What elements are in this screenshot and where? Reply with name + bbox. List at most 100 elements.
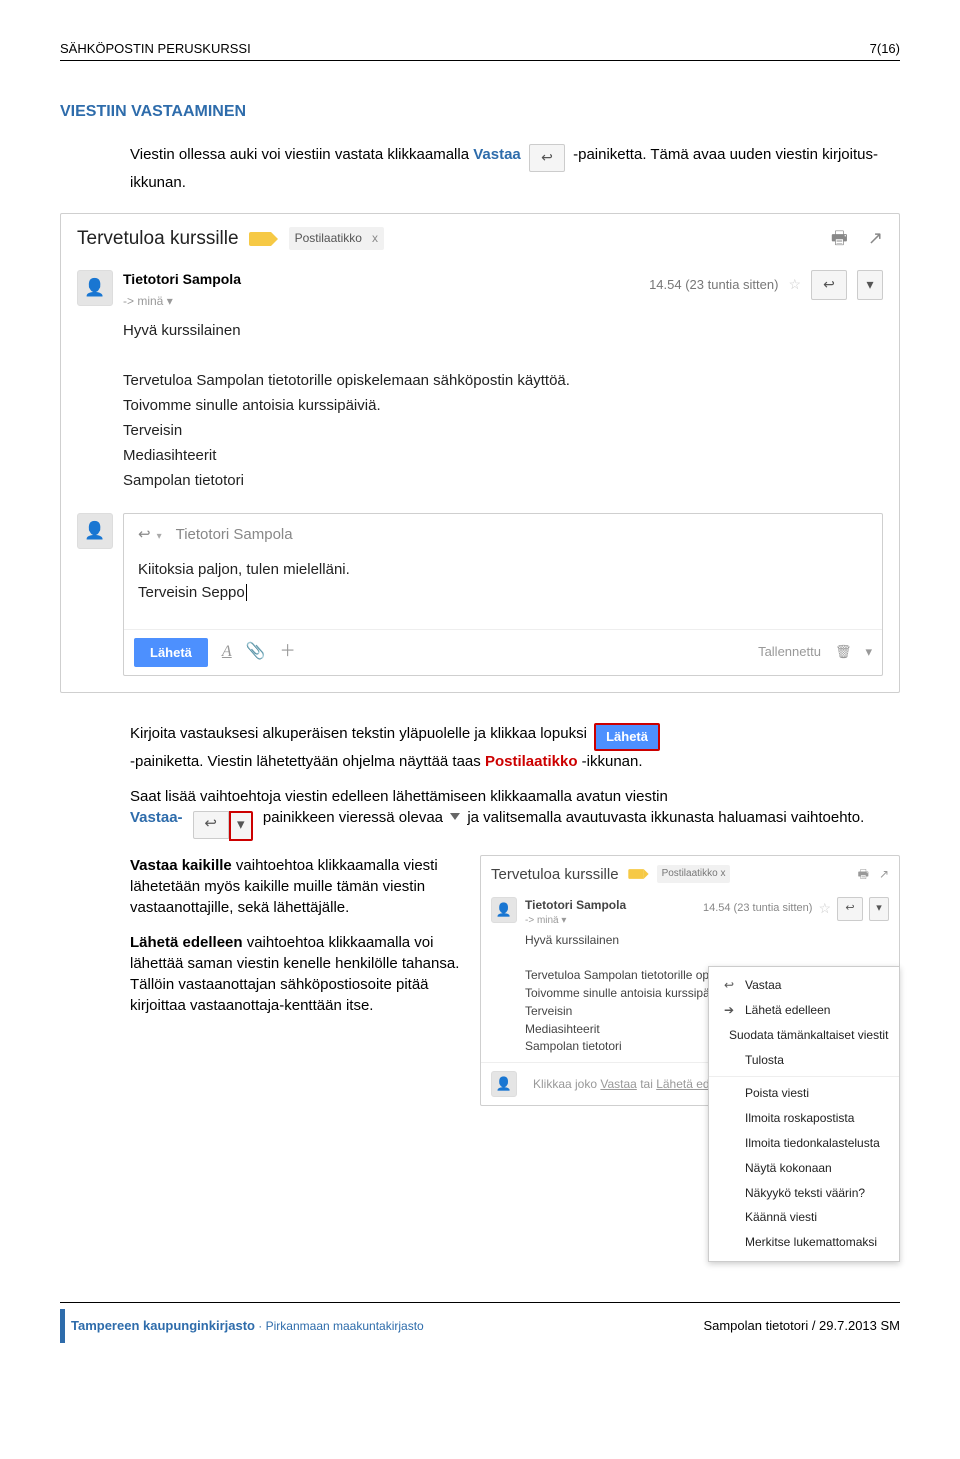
body-line: Hyvä kurssilainen xyxy=(123,320,883,341)
gc-header: Tervetuloa kurssille Postilaatikko x 🖶 ↗ xyxy=(61,214,899,265)
sc-avatar: 👤 xyxy=(491,1071,517,1097)
footer-right: Sampolan tietotori / 29.7.2013 SM xyxy=(703,1317,900,1335)
discard-icon[interactable]: 🗑 xyxy=(835,643,852,661)
category-chip[interactable]: Postilaatikko x xyxy=(289,227,384,250)
p2-text-a: Kirjoita vastauksesi alkuperäisen teksti… xyxy=(130,725,587,742)
menu-item-mark-unread[interactable]: Merkitse lukemattomaksi xyxy=(709,1230,899,1255)
p2-red: Postilaatikko xyxy=(485,753,578,770)
menu-item-delete[interactable]: Poista viesti xyxy=(709,1081,899,1106)
reply-button[interactable]: ↩ xyxy=(811,270,847,300)
more-dropdown-button[interactable]: ▾ xyxy=(857,270,883,300)
doc-header: SÄHKÖPOSTIN PERUSKURSSI 7(16) xyxy=(60,40,900,61)
doc-footer: Tampereen kaupunginkirjasto · Pirkanmaan… xyxy=(60,1302,900,1343)
send-button[interactable]: Lähetä xyxy=(134,638,208,667)
menu-item-garbled[interactable]: Näkyykö teksti väärin? xyxy=(709,1181,899,1206)
menu-item-print[interactable]: Tulosta xyxy=(709,1048,899,1073)
menu-item-report-spam[interactable]: Ilmoita roskapostista xyxy=(709,1106,899,1131)
avatar: 👤 xyxy=(77,270,113,306)
forward-icon: ➔ xyxy=(721,1002,737,1019)
reply-toolbar: Lähetä A 📎 ＋ Tallennettu 🗑 ▾ xyxy=(124,629,882,675)
chevron-down-icon: ▾ xyxy=(229,811,253,841)
format-icon[interactable]: A xyxy=(222,641,232,663)
sc-sender: Tietotori Sampola xyxy=(525,898,626,912)
print-icon[interactable]: 🖶 xyxy=(831,226,848,251)
body-line: Terveisin xyxy=(123,420,883,441)
more-dropdown-button[interactable]: ▾ xyxy=(869,897,889,921)
paragraph-5: Lähetä edelleen vaihtoehtoa klikkaamalla… xyxy=(130,932,460,1016)
menu-item-filter[interactable]: Suodata tämänkaltaiset viestit xyxy=(709,1023,899,1048)
sc-hint-b: tai xyxy=(640,1077,656,1091)
menu-separator xyxy=(709,1076,899,1077)
p3-text-b: painikkeen vieressä olevaa xyxy=(263,809,447,826)
p3-bold: Vastaa- xyxy=(130,809,183,826)
body-line: Mediasihteerit xyxy=(123,445,883,466)
sc-line: Hyvä kurssilainen xyxy=(525,932,889,949)
to-label: -> minä xyxy=(123,294,163,308)
menu-item-report-phishing[interactable]: Ilmoita tiedonkalastelusta xyxy=(709,1131,899,1156)
reply-mode-icon[interactable]: ↩▾ xyxy=(138,524,162,545)
menu-item-show-original[interactable]: Näytä kokonaan xyxy=(709,1156,899,1181)
star-icon[interactable]: ☆ xyxy=(788,275,801,295)
p1-bold: Vastaa xyxy=(473,146,521,163)
reply-split-button-inline: ↩ ▾ xyxy=(193,811,253,841)
star-icon[interactable]: ☆ xyxy=(818,899,831,919)
footer-logo: Tampereen kaupunginkirjasto · Pirkanmaan… xyxy=(60,1309,424,1343)
chip-label: Postilaatikko xyxy=(295,230,362,247)
paragraph-2: Kirjoita vastauksesi alkuperäisen teksti… xyxy=(130,723,900,772)
reply-avatar: 👤 xyxy=(77,513,113,549)
sc-avatar: 👤 xyxy=(491,897,517,923)
footer-line1: Tampereen kaupunginkirjasto xyxy=(71,1318,255,1333)
doc-header-left: SÄHKÖPOSTIN PERUSKURSSI xyxy=(60,40,251,58)
section-heading: VIESTIIN VASTAAMINEN xyxy=(60,101,900,123)
paragraph-3: Saat lisää vaihtoehtoja viestin edelleen… xyxy=(130,786,900,841)
sc-subject: Tervetuloa kurssille xyxy=(491,864,619,885)
reply-button[interactable]: ↩ xyxy=(837,897,863,921)
reply-line: Terveisin Seppo xyxy=(138,584,245,601)
menu-item-translate[interactable]: Käännä viesti xyxy=(709,1205,899,1230)
to-line[interactable]: -> minä ▾ xyxy=(123,293,241,310)
more-send-options-icon[interactable]: ▾ xyxy=(865,643,872,661)
p2-text-b: -painiketta. Viestin lähetettyään ohjelm… xyxy=(130,753,485,770)
doc-header-right: 7(16) xyxy=(870,40,900,58)
gc-subject: Tervetuloa kurssille xyxy=(77,226,239,253)
chip-close-icon[interactable]: x xyxy=(372,230,378,247)
sc-hint-a: Klikkaa joko xyxy=(533,1077,600,1091)
attach-icon[interactable]: 📎 xyxy=(246,641,266,663)
label-tag-icon[interactable] xyxy=(628,869,643,879)
paragraph-1: Viestin ollessa auki voi viestiin vastat… xyxy=(130,144,900,193)
reply-body-textarea[interactable]: Kiitoksia paljon, tulen mielelläni. Terv… xyxy=(124,555,882,629)
reply-icon: ↩ xyxy=(529,144,565,172)
sc-chip[interactable]: Postilaatikko x xyxy=(657,865,731,883)
reply-icon: ↩ xyxy=(721,977,737,994)
reply-to[interactable]: Tietotori Sampola xyxy=(176,524,293,545)
paragraph-4: Vastaa kaikille vaihtoehtoa klikkaamalla… xyxy=(130,855,460,918)
sc-hint-link1[interactable]: Vastaa xyxy=(600,1077,636,1091)
p3-text-c: ja valitsemalla avautuvasta ikkunasta ha… xyxy=(467,809,864,826)
p2-text-c: -ikkunan. xyxy=(582,753,643,770)
open-external-icon[interactable]: ↗ xyxy=(879,866,889,883)
menu-item-forward[interactable]: ➔Lähetä edelleen xyxy=(709,998,899,1023)
open-external-icon[interactable]: ↗ xyxy=(868,226,883,251)
body-line: Toivomme sinulle antoisia kurssipäiviä. xyxy=(123,395,883,416)
gc-sender-row: 👤 Tietotori Sampola -> minä ▾ 14.54 (23 … xyxy=(61,264,899,309)
p5-bold: Lähetä edelleen xyxy=(130,934,243,951)
label-tag-icon[interactable] xyxy=(249,232,271,246)
message-actions-menu[interactable]: ↩Vastaa ➔Lähetä edelleen Suodata tämänka… xyxy=(708,966,900,1262)
triangle-down-icon xyxy=(450,813,460,820)
insert-more-icon[interactable]: ＋ xyxy=(280,641,296,663)
p4-bold: Vastaa kaikille xyxy=(130,857,232,874)
menu-item-reply[interactable]: ↩Vastaa xyxy=(709,973,899,998)
p3-text-a: Saat lisää vaihtoehtoja viestin edelleen… xyxy=(130,788,668,805)
logo-bar-icon xyxy=(60,1309,65,1343)
print-icon[interactable]: 🖶 xyxy=(858,866,869,883)
sender-name: Tietotori Sampola xyxy=(123,271,241,287)
send-button-inline: Lähetä xyxy=(594,723,660,751)
sc-to[interactable]: -> minä xyxy=(525,915,559,926)
message-body: Hyvä kurssilainen Tervetuloa Sampolan ti… xyxy=(61,310,899,513)
footer-line2: Pirkanmaan maakuntakirjasto xyxy=(266,1319,424,1333)
reply-compose: 👤 ↩▾ Tietotori Sampola Kiitoksia paljon,… xyxy=(77,513,883,676)
reply-line: Kiitoksia paljon, tulen mielelläni. xyxy=(138,559,868,580)
reply-header: ↩▾ Tietotori Sampola xyxy=(124,514,882,555)
body-line: Tervetuloa Sampolan tietotorille opiskel… xyxy=(123,370,883,391)
body-line: Sampolan tietotori xyxy=(123,470,883,491)
